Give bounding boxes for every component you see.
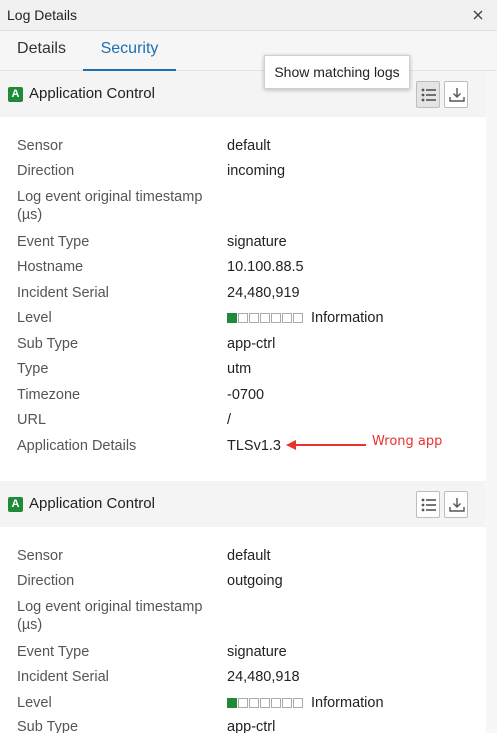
show-matching-logs-button[interactable]	[416, 491, 440, 518]
field-value: incoming	[227, 163, 286, 179]
field-value: signature	[227, 234, 287, 250]
annotation-arrow-icon	[286, 440, 366, 450]
field-label: Level	[17, 695, 52, 711]
field-value: -0700	[227, 387, 265, 403]
field-value: app-ctrl	[227, 336, 276, 352]
field-value: 24,480,918	[227, 669, 300, 685]
field-label: Type	[17, 361, 49, 377]
level-value: Information	[227, 309, 384, 328]
field-label: Sensor	[17, 548, 63, 564]
level-indicator	[227, 695, 304, 713]
field-value: 10.100.88.5	[227, 259, 304, 275]
annotation-text: Wrong app	[372, 434, 443, 449]
field-label: Direction	[17, 573, 75, 589]
section-header-application-control-1: A Application Control	[0, 71, 486, 117]
field-label: Direction	[17, 163, 75, 179]
section-header-application-control-2: A Application Control	[0, 481, 486, 527]
level-text: Information	[311, 695, 384, 711]
field-value: default	[227, 548, 271, 564]
field-value: TLSv1.3	[227, 438, 281, 454]
field-label: Timezone	[17, 387, 81, 403]
close-icon[interactable]	[468, 5, 488, 25]
application-badge-icon: A	[8, 497, 23, 512]
download-icon	[449, 498, 465, 512]
tooltip-show-matching-logs: Show matching logs	[264, 55, 410, 89]
field-label: Application Details	[17, 438, 137, 454]
list-icon	[421, 498, 436, 512]
download-icon	[449, 88, 465, 102]
field-label: Log event original timestamp (µs)	[17, 189, 203, 223]
field-label: URL	[17, 412, 47, 428]
scrollbar[interactable]	[486, 71, 497, 733]
field-label: Log event original timestamp (µs)	[17, 599, 203, 633]
tab-details[interactable]: Details	[0, 31, 83, 71]
tab-security[interactable]: Security	[83, 31, 176, 71]
tab-bar: Details Security	[0, 31, 497, 71]
field-label: Sensor	[17, 138, 63, 154]
field-label: Event Type	[17, 644, 90, 660]
field-value: app-ctrl	[227, 719, 276, 733]
show-matching-logs-button[interactable]	[416, 81, 440, 108]
level-value: Information	[227, 694, 384, 713]
list-icon	[421, 88, 436, 102]
field-value: utm	[227, 361, 252, 377]
field-label: Incident Serial	[17, 285, 109, 301]
field-value: 24,480,919	[227, 285, 300, 301]
field-label: Level	[17, 310, 52, 326]
field-label: Sub Type	[17, 719, 79, 733]
field-value: signature	[227, 644, 287, 660]
title-bar: Log Details	[0, 0, 497, 31]
section-title: Application Control	[29, 85, 155, 102]
field-value: outgoing	[227, 573, 283, 589]
window-title: Log Details	[7, 7, 78, 23]
field-value: /	[227, 412, 232, 428]
field-label: Event Type	[17, 234, 90, 250]
section-title: Application Control	[29, 495, 155, 512]
field-value: default	[227, 138, 271, 154]
level-indicator	[227, 310, 304, 328]
field-label: Incident Serial	[17, 669, 109, 685]
download-button[interactable]	[444, 81, 468, 108]
level-text: Information	[311, 310, 384, 326]
download-button[interactable]	[444, 491, 468, 518]
field-label: Sub Type	[17, 336, 79, 352]
field-label: Hostname	[17, 259, 84, 275]
application-badge-icon: A	[8, 87, 23, 102]
